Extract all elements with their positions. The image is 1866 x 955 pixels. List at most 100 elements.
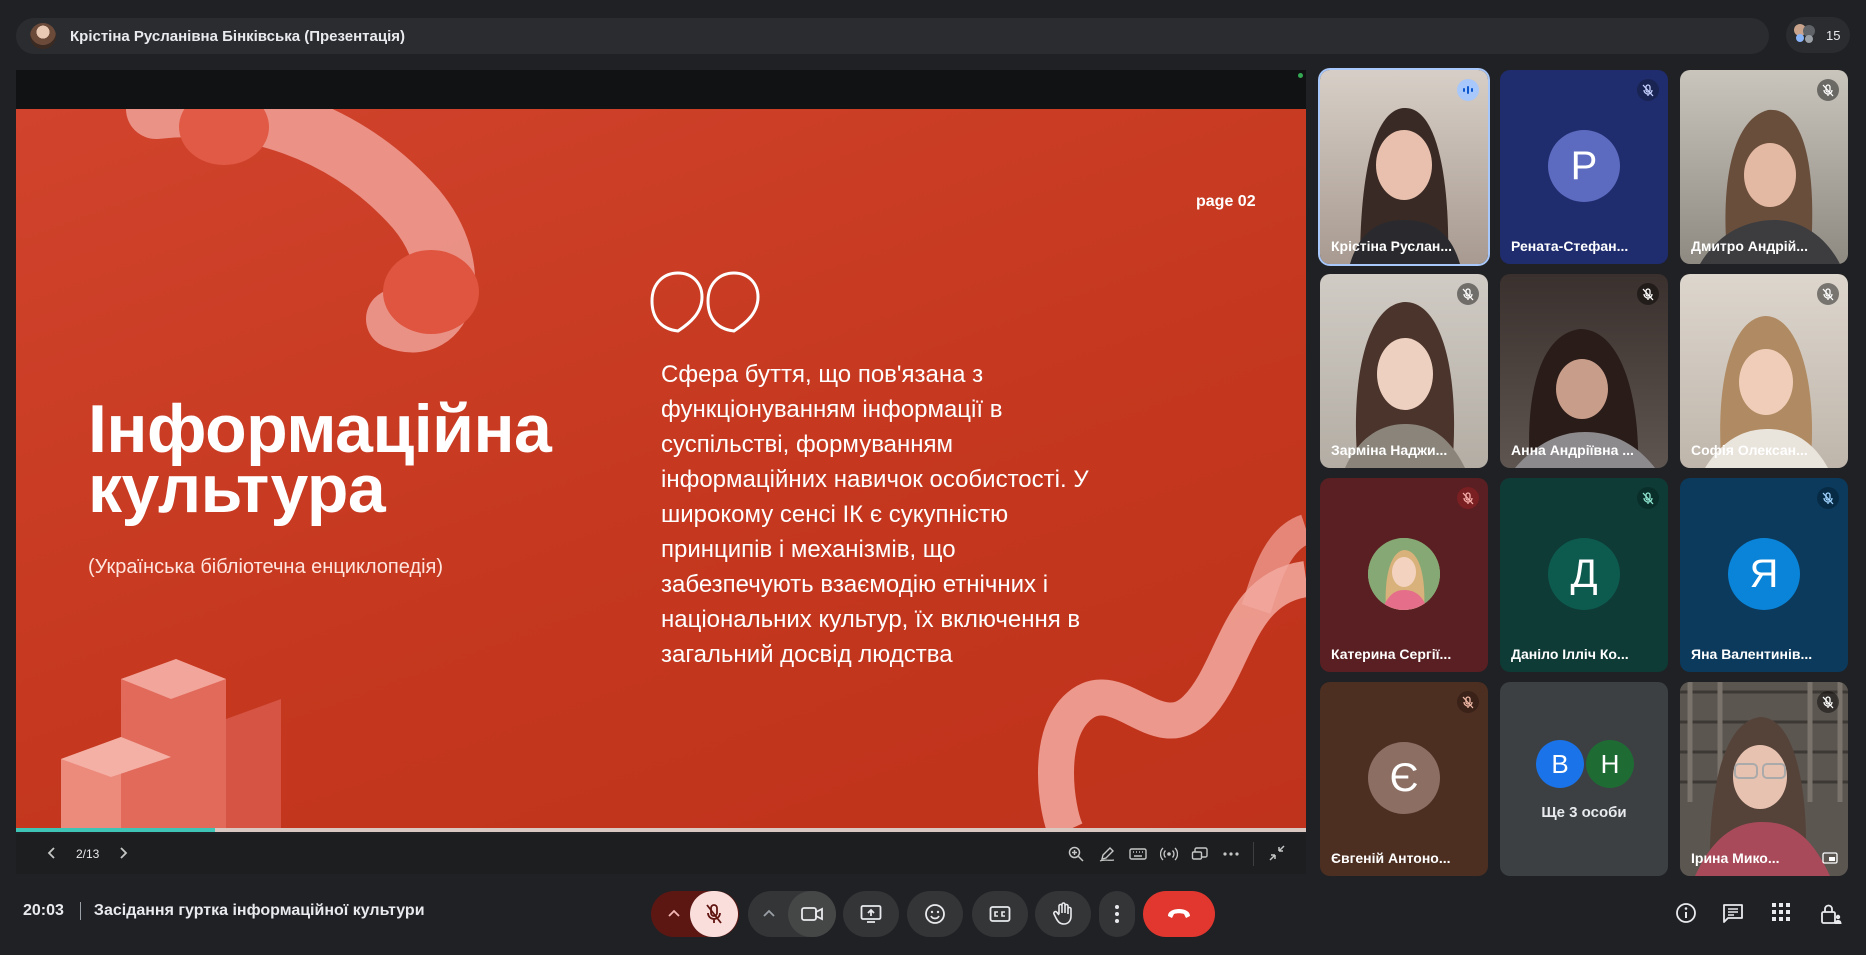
captions-button[interactable] [972,891,1028,937]
quote-line: Сфера буття, що пов'язана з [661,361,984,388]
video-camera-icon [801,907,823,921]
participant-letter-avatar: Н [1586,740,1634,788]
participant-letter-avatar: Р [1548,130,1620,202]
participant-name: Даніло Ілліч Ко... [1511,646,1629,662]
participant-tile[interactable]: Софія Олексан... [1680,274,1848,468]
chevron-left-icon [47,846,55,859]
meet-window: Крістіна Русланівна Бінківська (Презента… [0,0,1866,955]
participant-tile[interactable]: Катерина Сергії... [1320,478,1488,672]
reactions-button[interactable] [907,891,963,937]
quote-line: інформаційних навичок особистості. У [661,466,1089,493]
microphone-toggle-button[interactable] [690,891,738,937]
participant-tile[interactable]: Є Євгеній Антоно... [1320,682,1488,876]
quote-line: суспільстві, формуванням [661,431,954,458]
quote-line: національних культур, їх включення в [661,606,1081,633]
mic-off-icon [1817,487,1839,509]
photo-image [1368,538,1440,610]
participant-tile[interactable]: Я Яна Валентинів... [1680,478,1848,672]
zoom-button[interactable] [1066,846,1086,862]
mic-off-icon [1462,695,1474,708]
participant-tile[interactable]: Крістіна Руслан... [1320,70,1488,264]
participant-name: Зарміна Наджи... [1331,442,1448,458]
participant-letter-avatar: Я [1728,538,1800,610]
participant-name: Дмитро Андрій... [1691,238,1808,254]
pip-icon [1191,847,1208,860]
more-participants-tile[interactable]: В Н Ще 3 особи [1500,682,1668,876]
lock-person-icon [1821,904,1842,924]
closed-captions-icon [989,906,1011,922]
participant-letter-avatar: Є [1368,742,1440,814]
collapse-icon [1269,845,1285,861]
participant-count: 15 [1826,27,1841,43]
next-slide-button[interactable] [113,846,133,863]
chat-button[interactable] [1722,902,1744,929]
annotate-button[interactable] [1097,846,1117,862]
quote-line: загальний досвід людства [661,641,953,668]
hand-icon [1053,902,1072,925]
more-slide-options-button[interactable] [1221,852,1241,856]
participants-count-button[interactable]: 15 [1786,17,1850,53]
slide-title: Інформаційна культура [88,391,552,527]
exit-fullscreen-button[interactable] [1268,844,1286,867]
participant-letter-avatar: Д [1548,538,1620,610]
meeting-info: 20:03 Засідання гуртка інформаційної кул… [23,902,425,920]
participant-tile[interactable]: Анна Андріївна ... [1500,274,1668,468]
screen-share-icon [1822,852,1838,864]
mic-off-icon [1822,83,1834,96]
more-participants-avatars: В Н [1536,740,1634,788]
info-divider [79,902,81,920]
mic-off-icon [1642,491,1654,504]
slide-source: (Українська бібліотечна енциклопедія) [88,556,444,578]
presenter-bar[interactable]: Крістіна Русланівна Бінківська (Презента… [16,18,1769,54]
mic-off-icon [1822,491,1834,504]
raise-hand-button[interactable] [1035,891,1091,937]
hang-up-icon [1168,909,1190,918]
participant-letter-avatar: В [1536,740,1584,788]
chat-icon [1723,904,1743,923]
broadcast-button[interactable] [1159,846,1179,862]
mic-off-icon [1462,287,1474,300]
zoom-in-icon [1068,846,1084,862]
participant-tile[interactable]: Р Рената-Стефан... [1500,70,1668,264]
slide-progress-bar [16,828,1306,832]
meeting-details-button[interactable] [1675,902,1697,929]
present-screen-button[interactable] [843,891,899,937]
participant-name: Анна Андріївна ... [1511,442,1634,458]
slide-title-line1: Інформаційна [88,391,552,467]
controls-divider [1253,842,1254,866]
participant-tile[interactable]: Дмитро Андрій... [1680,70,1848,264]
chevron-up-icon [763,909,775,917]
presentation-slide: page 02 Інформаційна культура (Українськ… [16,109,1306,831]
participant-tile[interactable]: Зарміна Наджи... [1320,274,1488,468]
picture-in-picture-button[interactable] [1190,846,1210,862]
camera-toggle-button[interactable] [788,891,836,937]
participant-name: Яна Валентинів... [1691,646,1813,662]
slide-quote: Сфера буття, що пов'язана з функціонуван… [661,357,1181,672]
previous-slide-button[interactable] [42,846,62,863]
participant-name: Рената-Стефан... [1511,238,1629,254]
quote-line: функціонуванням інформації в [661,396,1003,423]
keyboard-button[interactable] [1128,847,1148,861]
mic-off-icon [1457,691,1479,713]
slide-title-line2: культура [88,451,386,527]
stage-top-bar [16,70,1306,110]
participant-name: Софія Олексан... [1691,442,1808,458]
mic-off-icon [1822,695,1834,708]
host-controls-button[interactable] [1819,902,1843,931]
leave-call-button[interactable] [1143,891,1215,937]
mic-off-icon [706,904,722,924]
quote-line: принципів і механізмів, що [661,536,956,563]
mic-off-icon [1822,287,1834,300]
mic-off-icon [1642,83,1654,96]
mic-off-icon [1817,283,1839,305]
slide-pager: 2/13 [76,847,100,861]
participant-tile[interactable]: Д Даніло Ілліч Ко... [1500,478,1668,672]
info-icon [1676,903,1696,923]
slide-controls: 2/13 [16,834,1306,874]
activities-button[interactable] [1771,902,1791,927]
participant-tile[interactable]: Ірина Мико... [1680,682,1848,876]
audio-wave-icon [1463,86,1473,94]
live-indicator [1298,73,1303,78]
participant-name: Катерина Сергії... [1331,646,1452,662]
more-options-button[interactable] [1099,891,1135,937]
